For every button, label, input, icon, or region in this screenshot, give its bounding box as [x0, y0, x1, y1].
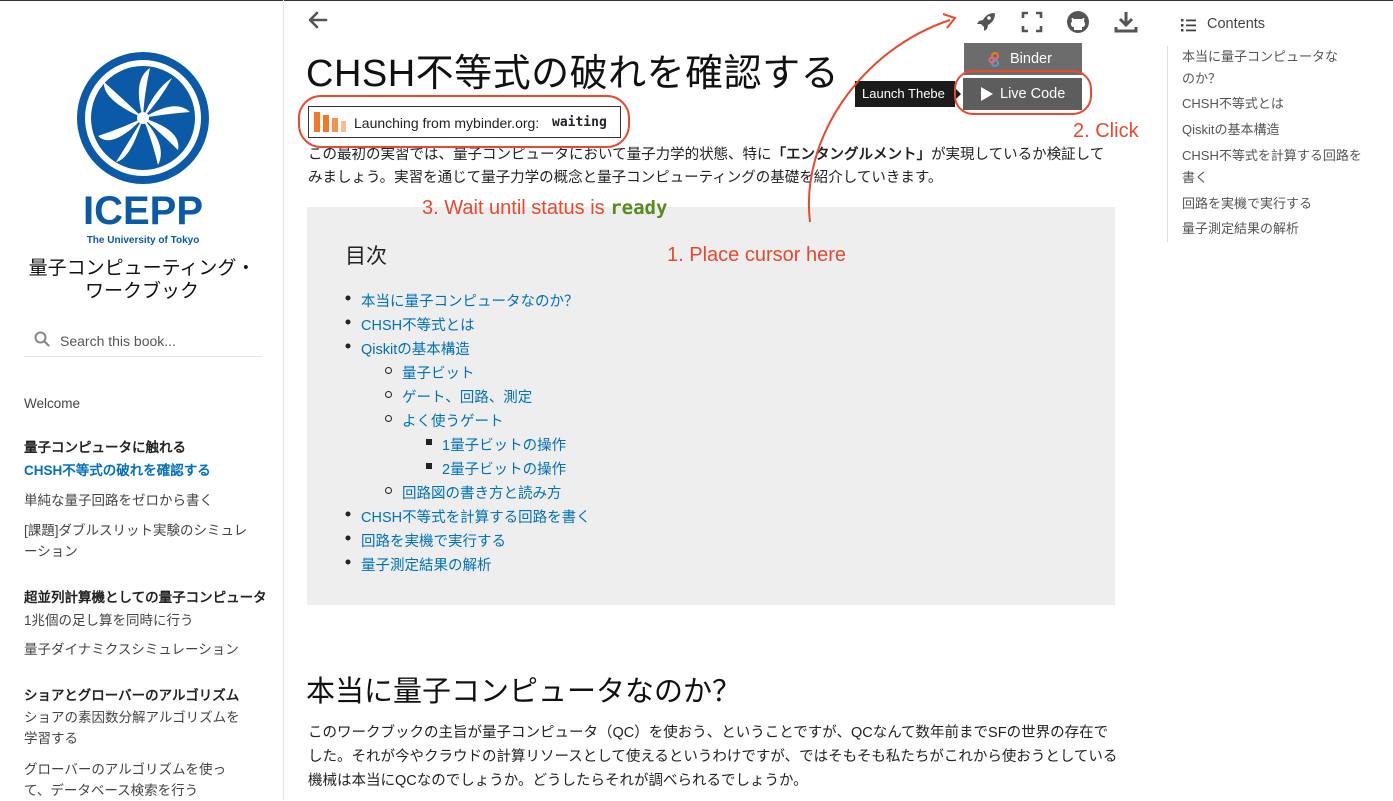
icepp-logo[interactable]: ICEPP The University of Tokyo: [72, 50, 214, 250]
right-toc-link[interactable]: CHSH不等式を計算する回路を書く: [1182, 145, 1362, 189]
logo-text: ICEPP: [83, 189, 203, 233]
section-paragraph: このワークブックの主旨が量子コンピュータ（QC）を使おう、ということですが、QC…: [308, 725, 1118, 789]
bullet-icon: [345, 343, 351, 349]
tooltip: Launch Thebe: [855, 81, 961, 107]
toc-link[interactable]: 回路を実機で実行する: [361, 530, 506, 551]
annotation-code: ready: [610, 197, 668, 219]
search-bar[interactable]: [24, 326, 262, 357]
book-title[interactable]: 量子コンピューティング・ワークブック: [24, 257, 260, 303]
right-toc-link[interactable]: Qiskitの基本構造: [1182, 119, 1357, 141]
intro-paragraph: この最初の実習では、量子コンピュータにおいて量子力学的状態、特に「エンタングルメ…: [308, 144, 1118, 190]
toc-title: 目次: [345, 245, 387, 268]
bullet-icon: [345, 535, 351, 541]
toc-link[interactable]: 1量子ビットの操作: [442, 434, 566, 455]
page-title: CHSH不等式の破れを確認する: [306, 53, 840, 95]
bullet-icon: [345, 295, 351, 301]
right-toc-link[interactable]: 回路を実機で実行する: [1182, 193, 1357, 215]
sidebar-caption: 超並列計算機としての量子コンピュータ: [24, 590, 267, 605]
toc-link[interactable]: よく使うゲート: [402, 410, 504, 431]
search-icon: [34, 331, 50, 347]
toc-link[interactable]: Qiskitの基本構造: [361, 338, 470, 359]
sidebar-item[interactable]: 単純な量子回路をゼロから書く: [24, 490, 264, 511]
sidebar-item[interactable]: 量子ダイナミクスシミュレーション: [24, 639, 264, 660]
sidebar-item-welcome[interactable]: Welcome: [24, 393, 264, 414]
toc-link[interactable]: 量子測定結果の解析: [361, 554, 492, 575]
sidebar-item[interactable]: ショアの素因数分解アルゴリズムを学習する: [24, 707, 244, 749]
bullet-icon: [345, 511, 351, 517]
toc-link[interactable]: CHSH不等式を計算する回路を書く: [361, 506, 591, 527]
toc-link[interactable]: 回路図の書き方と読み方: [402, 482, 562, 503]
github-icon[interactable]: [1066, 10, 1090, 34]
bullet-icon: [345, 319, 351, 325]
bullet-icon: [385, 415, 392, 422]
tooltip-text: Launch Thebe: [862, 86, 945, 101]
binder-loading-icon: [314, 112, 346, 132]
toc-link[interactable]: ゲート、回路、測定: [402, 386, 532, 407]
sidebar-item[interactable]: グローバーのアルゴリズムを使って、データベース検索を行う: [24, 759, 232, 801]
right-toc-link[interactable]: CHSH不等式とは: [1182, 93, 1357, 115]
toc-link[interactable]: CHSH不等式とは: [361, 314, 475, 335]
annotation-step3: 3. Wait until status is ready: [422, 197, 667, 220]
divider: [1167, 46, 1168, 242]
toc-link[interactable]: 本当に量子コンピュータなのか？: [361, 290, 579, 311]
bullet-icon: [426, 463, 432, 469]
annotation-step2: 2. Click: [1073, 120, 1139, 142]
arrow-head-icon: [942, 13, 957, 29]
bullet-icon: [426, 439, 432, 445]
right-toc-link[interactable]: 本当に量子コンピュータなのか？: [1182, 46, 1347, 90]
binder-button[interactable]: Binder: [964, 43, 1082, 75]
play-icon: [981, 87, 993, 101]
download-icon[interactable]: [1114, 10, 1138, 34]
icepp-logo-graphic: ICEPP The University of Tokyo: [77, 52, 209, 246]
toc-link[interactable]: 量子ビット: [402, 362, 475, 383]
launch-status: waiting: [552, 115, 607, 130]
section-heading: 本当に量子コンピュータなのか？: [306, 676, 742, 708]
list-icon: [1181, 19, 1196, 32]
bullet-icon: [345, 559, 351, 565]
launch-text: Launching from mybinder.org:: [354, 115, 540, 131]
sidebar-item-chsh[interactable]: CHSH不等式の破れを確認する: [24, 460, 264, 481]
bullet-icon: [385, 487, 392, 494]
live-code-button[interactable]: Live Code: [963, 78, 1082, 110]
intro-text: この最初の実習では、量子コンピュータにおいて量子力学的状態、特に: [308, 147, 772, 163]
back-arrow-icon[interactable]: [306, 8, 330, 39]
search-input[interactable]: [58, 329, 252, 353]
bullet-icon: [385, 391, 392, 398]
binder-status-box: Launching from mybinder.org: waiting: [308, 106, 621, 138]
toc-link[interactable]: 2量子ビットの操作: [442, 458, 566, 479]
binder-logo-icon: [988, 52, 999, 67]
sidebar-caption: 量子コンピュータに触れる: [24, 440, 186, 455]
annotation-step1: 1. Place cursor here: [667, 244, 846, 266]
fullscreen-icon[interactable]: [1020, 10, 1044, 34]
sidebar-item[interactable]: 1兆個の足し算を同時に行う: [24, 610, 264, 631]
left-sidebar: ICEPP The University of Tokyo 量子コンピューティン…: [0, 0, 284, 800]
annotation-text: 3. Wait until status is: [422, 197, 611, 219]
right-toc-link[interactable]: 量子測定結果の解析: [1182, 218, 1357, 240]
intro-bold: 「エンタングルメント」: [771, 147, 932, 163]
rocket-icon[interactable]: [974, 10, 998, 34]
right-toc-heading: Contents: [1207, 16, 1266, 32]
sidebar-caption: ショアとグローバーのアルゴリズム: [24, 688, 240, 703]
bullet-icon: [385, 367, 392, 374]
binder-label: Binder: [1010, 51, 1052, 67]
logo-subtext: The University of Tokyo: [87, 235, 200, 246]
sidebar-item[interactable]: [課題]ダブルスリット実験のシミュレーション: [24, 520, 249, 562]
live-code-label: Live Code: [1000, 86, 1066, 102]
